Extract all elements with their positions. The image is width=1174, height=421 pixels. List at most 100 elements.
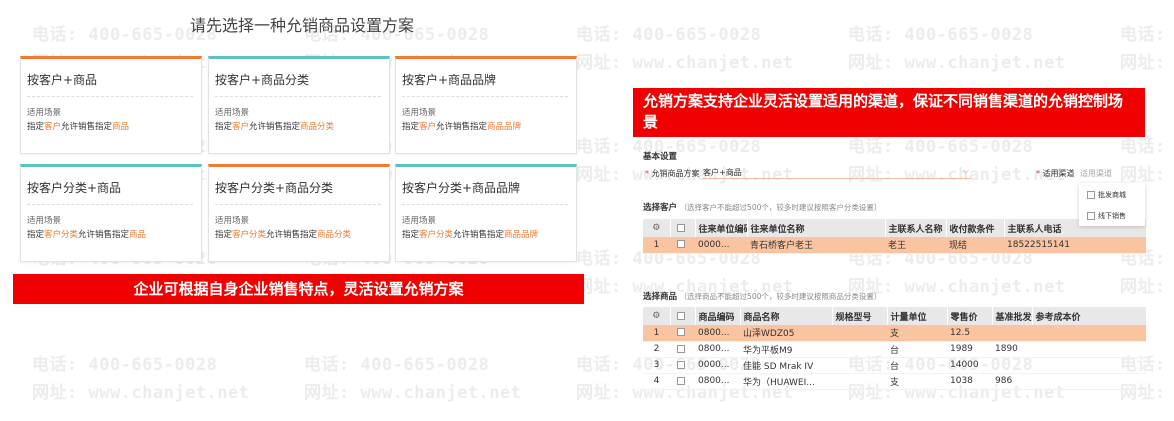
cell-wholesale: 986 (992, 373, 1032, 390)
cell-spec (832, 373, 887, 390)
row-index: 3 (643, 357, 670, 374)
cell-name: 青石桥客户老王 (747, 237, 885, 254)
scenario-description: 指定客户允许销售指定商品分类 (215, 120, 334, 132)
scenario-description: 指定客户允许销售指定商品 (27, 120, 129, 132)
cell-retail: 1038 (947, 373, 992, 390)
table-row[interactable]: 1 0000... 青石桥客户老王 老王 现结 18522515141 (643, 237, 1146, 254)
cell-unit: 支 (887, 373, 947, 390)
row-checkbox[interactable] (677, 328, 685, 337)
divider (27, 204, 193, 205)
cell-contact: 老王 (885, 237, 946, 254)
row-checkbox[interactable] (677, 240, 685, 249)
scheme-field-label: * 允销商品方案 (645, 169, 700, 178)
table-row[interactable]: 4 0800... 华为（HUAWEI... 支 1038 986 (643, 373, 1146, 390)
watermark-site: 网址: www.chanjet.net (848, 53, 1066, 73)
table-row[interactable]: 3 0000... 佳能 SD Mrak IV 台 14000 (643, 357, 1146, 374)
table-row[interactable]: 1 0800... 山泽WDZ05 支 12.5 (643, 325, 1146, 342)
chevron-down-icon: ⌵ (962, 166, 969, 175)
row-checkbox-cell (670, 325, 695, 342)
scheme-option-card[interactable]: 按客户分类+商品 适用场景 指定客户分类允许销售指定商品 (20, 164, 202, 262)
cell-code: 0800... (695, 341, 740, 358)
cell-code: 0000... (695, 357, 740, 374)
select-all-checkbox[interactable] (677, 223, 685, 232)
scheme-select-value: 客户+商品 (703, 168, 742, 177)
scheme-option-title: 按客户分类+商品品牌 (402, 181, 521, 195)
highlight-text: 客户分类 (44, 230, 79, 240)
description-text: 允许销售指定 (436, 122, 488, 132)
highlight-text: 商品 (129, 230, 147, 240)
checkbox[interactable] (1087, 212, 1095, 220)
scheme-option-title: 按客户+商品 (27, 73, 98, 87)
cell-unit: 台 (887, 341, 947, 358)
description-text: 指定 (27, 122, 45, 132)
cell-wholesale: 1890 (992, 341, 1032, 358)
scheme-select[interactable]: 客户+商品 ⌵ (703, 166, 971, 179)
column-header: 往来单位名称 (747, 219, 886, 237)
scheme-option-card[interactable]: 按客户分类+商品分类 适用场景 指定客户分类允许销售指定商品分类 (208, 164, 390, 262)
watermark-phone: 电话: 400-665-0028 (1120, 25, 1174, 45)
channel-select[interactable]: 适用渠道 (1080, 168, 1112, 179)
gear-icon[interactable]: ⚙ (652, 223, 660, 233)
channel-dropdown: 批发商城 线下销售 (1079, 183, 1145, 226)
select-all-checkbox[interactable] (677, 311, 685, 320)
channel-option[interactable]: 线下销售 (1079, 207, 1145, 225)
row-checkbox-cell (670, 357, 695, 374)
watermark-phone: 电话: 400-665-0028 (576, 25, 762, 45)
checkbox[interactable] (1087, 191, 1095, 199)
column-header: 收付款条件 (946, 219, 1005, 237)
scheme-option-card[interactable]: 按客户+商品品牌 适用场景 指定客户允许销售指定商品品牌 (395, 56, 577, 154)
scheme-option-title: 按客户+商品品牌 (402, 73, 497, 87)
description-text: 允许销售指定 (266, 230, 318, 240)
channel-option[interactable]: 批发商城 (1079, 186, 1145, 204)
description-text: 允许销售指定 (453, 230, 505, 240)
gear-icon[interactable]: ⚙ (652, 311, 660, 321)
description-text: 允许销售指定 (61, 122, 113, 132)
scheme-option-card[interactable]: 按客户分类+商品品牌 适用场景 指定客户分类允许销售指定商品品牌 (395, 164, 577, 262)
scheme-option-title: 按客户+商品分类 (215, 73, 310, 87)
row-checkbox[interactable] (677, 344, 685, 353)
description-text: 指定 (402, 122, 420, 132)
column-header: ⚙ (643, 307, 671, 325)
watermark-phone: 电话: 400-665-0028 (304, 355, 490, 375)
watermark-site: 网址: www.chanjet.net (576, 53, 794, 73)
highlight-text: 商品品牌 (487, 122, 522, 132)
description-text: 指定 (402, 230, 420, 240)
description-text: 允许销售指定 (249, 122, 301, 132)
cell-spec (832, 341, 887, 358)
customer-table: ⚙往来单位编码往来单位名称主联系人名称收付款条件主联系人电话 10000...青… (643, 219, 1147, 254)
row-checkbox[interactable] (677, 360, 685, 369)
cell-spec (832, 357, 887, 374)
cell-cost (1032, 325, 1146, 342)
cell-cost (1032, 373, 1146, 390)
highlight-text: 商品分类 (317, 230, 352, 240)
description-text: 指定 (215, 230, 233, 240)
divider (402, 96, 568, 97)
divider (27, 96, 193, 97)
scheme-option-title: 按客户分类+商品分类 (215, 181, 334, 195)
scheme-option-card[interactable]: 按客户+商品适用场景指定客户允许销售指定商品 (20, 56, 202, 154)
row-index: 2 (643, 341, 670, 358)
cell-cost (1032, 357, 1146, 374)
cell-code: 0800... (695, 325, 740, 342)
scenario-label: 适用场景 (27, 216, 62, 226)
column-header: 参考成本价 (1032, 307, 1147, 325)
cell-code: 0000... (695, 237, 747, 254)
cell-code: 0800... (695, 373, 740, 390)
divider (402, 204, 568, 205)
scenario-label: 适用场景 (215, 216, 250, 226)
cell-retail: 1989 (947, 341, 992, 358)
column-header: 规格型号 (832, 307, 888, 325)
row-checkbox[interactable] (677, 376, 685, 385)
highlight-text: 客户 (419, 122, 437, 132)
highlight-text: 客户分类 (419, 230, 454, 240)
scenario-description: 指定客户分类允许销售指定商品品牌 (402, 228, 538, 240)
right-banner: 允销方案支持企业灵活设置适用的渠道，保证不同销售渠道的允销控制场景 (633, 88, 1145, 137)
scheme-option-card[interactable]: 按客户+商品分类适用场景指定客户允许销售指定商品分类 (208, 56, 390, 154)
cell-phone: 18522515141 (1004, 237, 1146, 254)
scenario-label: 适用场景 (27, 108, 62, 118)
watermark-site: 网址: www.chanjet.net (1120, 165, 1174, 185)
cell-name: 山泽WDZ05 (740, 325, 832, 342)
scenario-label: 适用场景 (215, 108, 250, 118)
row-index: 1 (643, 237, 670, 254)
table-row[interactable]: 2 0800... 华为平板M9 台 1989 1890 (643, 341, 1146, 358)
